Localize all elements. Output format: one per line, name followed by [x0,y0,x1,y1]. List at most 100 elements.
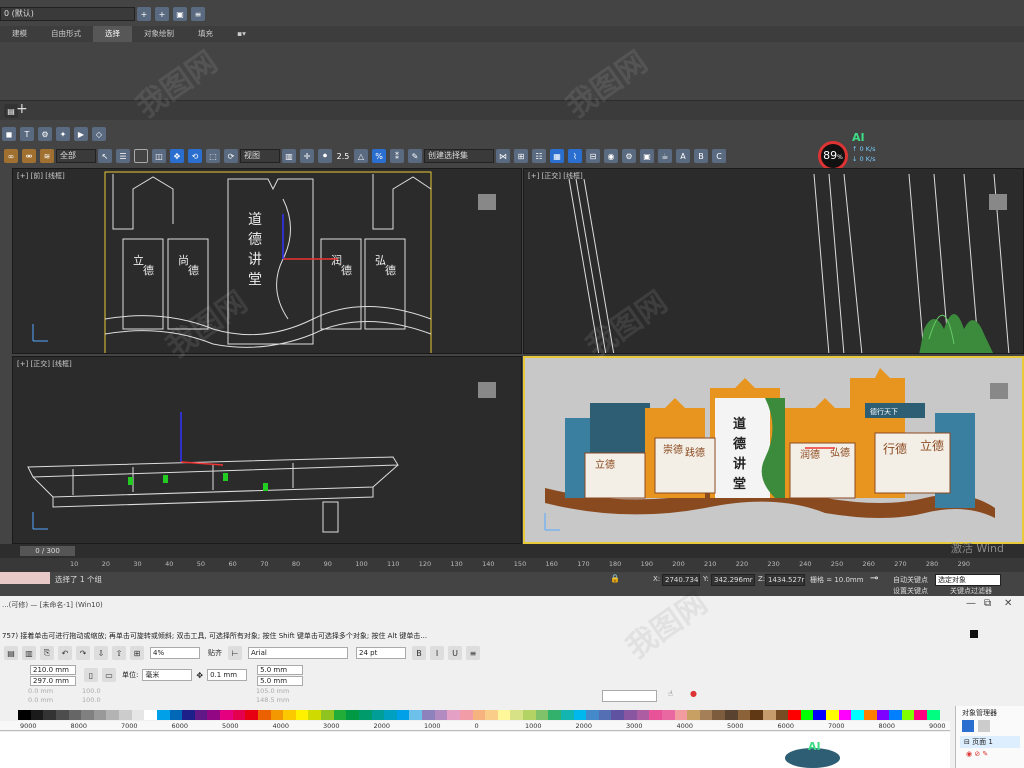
palette-swatch[interactable] [93,710,107,720]
viewport-bottom-left[interactable]: [+] [正交] [线框] [12,356,522,544]
angle-snap-icon[interactable]: △ [354,149,368,163]
keyfilter-button[interactable]: 关键点过滤器 [950,586,992,596]
add-tab-icon[interactable]: + [16,101,28,117]
palette-swatch[interactable] [927,710,940,720]
palette-swatch[interactable] [914,710,927,720]
redo-icon[interactable]: ↷ [76,646,90,660]
close-icon[interactable]: ✕ [1004,598,1012,609]
palette-swatch[interactable] [30,710,44,720]
edit-named-sel-icon[interactable]: ✎ [408,149,422,163]
undo-icon[interactable]: ↶ [58,646,72,660]
layer-visibility-icons[interactable]: ◉ ⊘ ✎ [966,750,988,758]
render-icon[interactable]: ☕ [658,149,672,163]
palette-swatch[interactable] [295,710,309,720]
page-node[interactable]: ⊟ 页面 1 [960,736,1020,748]
palette-swatch[interactable] [560,710,574,720]
light-icon[interactable]: ✦ [56,127,70,141]
coord-y-field[interactable]: 342.296mr [711,574,755,586]
tab-selection[interactable]: 选择 [93,26,132,42]
bold-icon[interactable]: B [412,646,426,660]
layer-dropdown[interactable]: 0 (默认) [0,7,135,21]
color-palette[interactable] [18,710,940,720]
copy-icon[interactable]: ⎘ [40,646,54,660]
palette-swatch[interactable] [611,710,624,720]
keyboard-shortcut-icon[interactable]: ⏺ [318,149,332,163]
hand-icon[interactable]: ☝ [668,689,673,698]
dup-y-field[interactable]: 5.0 mm [257,675,304,686]
palette-swatch[interactable] [447,710,460,720]
bind-spacewarp-icon[interactable]: ≋ [40,149,54,163]
palette-swatch[interactable] [699,710,713,720]
time-slider[interactable]: 0 / 300 [20,546,75,556]
scene-explorer-icon[interactable]: ▦ [550,149,564,163]
tab-populate[interactable]: 填充 [186,26,225,42]
pivot-icon[interactable]: ▥ [282,149,296,163]
import-icon[interactable]: ⇩ [94,646,108,660]
export-icon[interactable]: ⇧ [112,646,126,660]
shirt-icon[interactable]: T [20,127,34,141]
drawing-canvas[interactable]: AI [0,732,950,768]
layer-add-icon[interactable]: + [137,7,151,21]
palette-swatch[interactable] [434,710,448,720]
palette-swatch[interactable] [131,710,145,720]
teapot-c-icon[interactable]: C [712,149,726,163]
publish-icon[interactable]: ⊞ [130,646,144,660]
viewport-front[interactable]: [+] [前] [线框] 道 德 讲 堂 立德 尚德 润德 弘德 [12,168,522,354]
outline-color-icon[interactable] [970,630,978,638]
snap-icon[interactable]: ⊢ [228,646,242,660]
schematic-icon[interactable]: ⊟ [586,149,600,163]
palette-swatch[interactable] [649,710,662,720]
palette-swatch[interactable] [459,710,473,720]
curve-editor-icon[interactable]: ⌇ [568,149,582,163]
select-manipulate-icon[interactable]: ✛ [300,149,314,163]
autokey-button[interactable]: 自动关键点 [893,575,928,585]
palette-swatch[interactable] [346,710,359,720]
palette-swatch[interactable] [68,710,82,720]
lock-icon[interactable]: 🔒 [610,574,620,583]
link-icon[interactable]: ∞ [4,149,18,163]
palette-swatch[interactable] [371,710,385,720]
palette-swatch[interactable] [156,710,170,720]
window-crossing-icon[interactable]: ◫ [152,149,166,163]
teapot-a-icon[interactable]: A [676,149,690,163]
palette-swatch[interactable] [901,710,915,720]
palette-swatch[interactable] [245,710,258,720]
palette-swatch[interactable] [863,710,877,720]
palette-swatch[interactable] [510,710,523,720]
open-icon[interactable]: ▤ [4,646,18,660]
palette-swatch[interactable] [548,710,561,720]
palette-swatch[interactable] [624,710,637,720]
font-size-dropdown[interactable]: 24 pt [356,647,406,659]
restore-icon[interactable]: ⧉ [984,598,991,609]
setkey-button[interactable]: 设置关键点 [893,586,928,596]
select-object-icon[interactable]: ↖ [98,149,112,163]
select-by-name-icon[interactable]: ☰ [116,149,130,163]
units-dropdown[interactable]: 毫米 [142,669,193,681]
plus-icon[interactable]: + [155,7,169,21]
selected-object-dropdown[interactable]: 选定对象 [935,574,1001,586]
font-dropdown[interactable]: Arial [248,647,348,659]
palette-swatch[interactable] [876,710,890,720]
minimize-icon[interactable]: — [966,598,976,609]
rotate-icon[interactable]: ⟲ [188,149,202,163]
key-icon[interactable]: ⊸ [870,573,878,584]
tab-modeling[interactable]: 建模 [0,26,39,42]
tab-object-paint[interactable]: 对象绘制 [132,26,186,42]
palette-swatch[interactable] [485,710,498,720]
palette-swatch[interactable] [169,710,183,720]
palette-swatch[interactable] [194,710,208,720]
select-layer-icon[interactable]: ▣ [173,7,187,21]
palette-swatch[interactable] [207,710,220,720]
palette-swatch[interactable] [472,710,486,720]
palette-swatch[interactable] [358,710,372,720]
dup-x-field[interactable]: 5.0 mm [257,664,304,675]
align-icon[interactable]: ≡ [466,646,480,660]
layer-stack-icon[interactable]: ≡ [191,7,205,21]
palette-swatch[interactable] [750,710,763,720]
palette-swatch[interactable] [851,710,864,720]
palette-swatch[interactable] [800,710,814,720]
palette-swatch[interactable] [106,710,119,720]
palette-swatch[interactable] [573,710,587,720]
palette-swatch[interactable] [55,710,69,720]
named-selection-dropdown[interactable]: 创建选择集 [424,149,494,163]
